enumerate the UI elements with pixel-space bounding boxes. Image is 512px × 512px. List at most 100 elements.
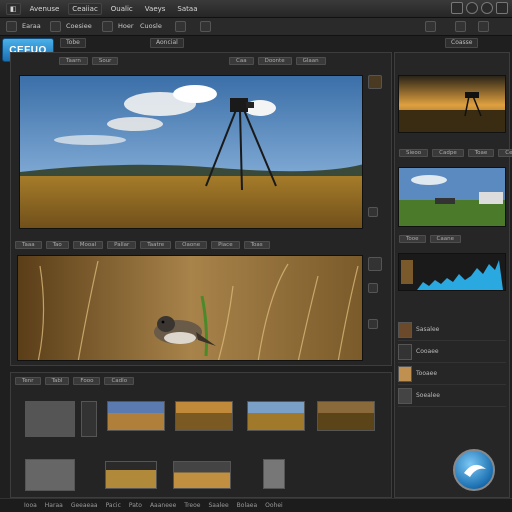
photo-thumbnail-icon[interactable]: [368, 75, 382, 89]
settings-icon[interactable]: [425, 21, 436, 32]
tripod-landscape-image: [20, 76, 362, 228]
refresh-icon[interactable]: [481, 2, 493, 14]
viewer-toolbar: Taarn Sour: [59, 55, 119, 67]
right-toolbar-mid: Tooe Caane: [399, 233, 461, 245]
share-button[interactable]: [453, 449, 495, 491]
eye-icon[interactable]: [102, 21, 113, 32]
menu-item-4[interactable]: Sataa: [174, 4, 200, 14]
globe-icon[interactable]: [466, 2, 478, 14]
toolbar-item-3[interactable]: Cuosle: [140, 22, 162, 30]
right-btn-5[interactable]: Caane: [429, 235, 461, 243]
filmstrip-thumb[interactable]: [105, 461, 157, 489]
tab-row-3: Coasse: [445, 38, 479, 50]
list-item[interactable]: Sasalee: [398, 319, 506, 341]
main-photo-bird[interactable]: [17, 255, 363, 361]
bird-grass-image: [18, 256, 362, 360]
zoom-icon[interactable]: [368, 283, 378, 293]
filmstrip-thumb[interactable]: [25, 459, 75, 491]
status-item[interactable]: Geeaeaa: [71, 502, 98, 509]
list-item-label: Tooaee: [416, 370, 438, 377]
main-photo-tripod[interactable]: [19, 75, 363, 229]
crop-icon[interactable]: [200, 21, 211, 32]
list-item[interactable]: Cooaee: [398, 341, 506, 363]
grid-icon[interactable]: [455, 21, 466, 32]
new-icon[interactable]: [6, 21, 17, 32]
tab-2[interactable]: Coasse: [445, 38, 479, 48]
list-item[interactable]: Soealee: [398, 385, 506, 407]
chevron-icon[interactable]: [368, 207, 378, 217]
viewer-btn-4[interactable]: Glaan: [295, 57, 326, 65]
right-toolbar-top: Sieoo Cadpe Toae Ceam: [399, 147, 512, 159]
image-btn-2[interactable]: Mooal: [72, 241, 104, 249]
filmstrip-tab-3[interactable]: Cadlo: [104, 377, 135, 385]
rotate-icon[interactable]: [368, 319, 378, 329]
close-icon[interactable]: [496, 2, 508, 14]
filmstrip-thumb[interactable]: [175, 401, 233, 431]
status-item[interactable]: Haraa: [45, 502, 63, 509]
viewer-btn-1[interactable]: Sour: [91, 57, 119, 65]
app-icon[interactable]: ◧: [6, 2, 21, 15]
image-btn-6[interactable]: Piace: [211, 241, 240, 249]
tab-0[interactable]: Tobe: [60, 38, 86, 48]
info-icon[interactable]: [478, 21, 489, 32]
right-btn-0[interactable]: Sieoo: [399, 149, 429, 157]
filmstrip-tab-1[interactable]: Tabl: [44, 377, 70, 385]
status-item[interactable]: Bolaea: [237, 502, 258, 509]
list-item-label: Soealee: [416, 392, 440, 399]
toolbar-item-1[interactable]: Coesiee: [66, 22, 92, 30]
filmstrip-thumb[interactable]: [263, 459, 285, 489]
status-bar: Iooa Haraa Geeaeaa Pacic Pato Aaaneee Tr…: [0, 498, 512, 512]
histogram-panel: [398, 253, 506, 291]
status-item[interactable]: Saalee: [208, 502, 228, 509]
image-btn-4[interactable]: Taatre: [140, 241, 172, 249]
layer-list: Sasalee Cooaee Tooaee Soealee: [398, 319, 506, 407]
filmstrip-thumb[interactable]: [317, 401, 375, 431]
status-item[interactable]: Pato: [129, 502, 142, 509]
tab-row-2: Aoncial: [150, 38, 184, 50]
tab-1[interactable]: Aoncial: [150, 38, 184, 48]
status-item[interactable]: Treoe: [184, 502, 200, 509]
right-btn-4[interactable]: Tooe: [399, 235, 426, 243]
menu-item-1[interactable]: Ceaiiac: [68, 2, 102, 15]
sun-icon[interactable]: [368, 257, 382, 271]
menu-item-0[interactable]: Avenuse: [27, 4, 63, 14]
filmstrip-thumb[interactable]: [247, 401, 305, 431]
viewer-btn-0[interactable]: Taarn: [59, 57, 88, 65]
image-btn-0[interactable]: Taaa: [15, 241, 42, 249]
menu-item-2[interactable]: Oualic: [108, 4, 136, 14]
main-viewer-panel: Taarn Sour Caa Doonte Glaan Taaa Tao Moo…: [10, 52, 392, 366]
filmstrip-tab-0[interactable]: Tenr: [15, 377, 41, 385]
status-item[interactable]: Aaaneee: [150, 502, 176, 509]
preview-field[interactable]: [398, 167, 506, 227]
menu-item-3[interactable]: Vaeys: [142, 4, 169, 14]
right-btn-3[interactable]: Ceam: [498, 149, 512, 157]
filmstrip-thumb[interactable]: [81, 401, 97, 437]
list-item[interactable]: Tooaee: [398, 363, 506, 385]
status-item[interactable]: Oohei: [265, 502, 283, 509]
histogram-chart: [401, 260, 503, 290]
camera-icon[interactable]: [50, 21, 61, 32]
filmstrip-tab-2[interactable]: Fooo: [73, 377, 101, 385]
filmstrip-panel: Tenr Tabl Fooo Cadlo: [10, 372, 392, 498]
toolbar: Earaa Coesiee Hoer Cuosle: [0, 18, 512, 36]
image-btn-5[interactable]: Oaone: [175, 241, 208, 249]
viewer-toolbar-right: Caa Doonte Glaan: [229, 55, 326, 67]
image-btn-7[interactable]: Toas: [243, 241, 270, 249]
toolbar-item-0[interactable]: Earaa: [22, 22, 41, 30]
filmstrip-thumb[interactable]: [173, 461, 231, 489]
viewer-btn-2[interactable]: Caa: [229, 57, 254, 65]
preview-sunset[interactable]: [398, 75, 506, 133]
viewer-btn-3[interactable]: Doonte: [257, 57, 292, 65]
right-btn-1[interactable]: Cadpe: [432, 149, 464, 157]
toolbar-item-2[interactable]: Hoer: [118, 22, 134, 30]
status-item[interactable]: Pacic: [106, 502, 121, 509]
layer-thumb: [398, 321, 412, 338]
minimize-icon[interactable]: [451, 2, 463, 14]
status-item[interactable]: Iooa: [24, 502, 37, 509]
filmstrip-thumb[interactable]: [107, 401, 165, 431]
right-btn-2[interactable]: Toae: [467, 149, 495, 157]
image-btn-1[interactable]: Tao: [45, 241, 69, 249]
filmstrip-thumb[interactable]: [25, 401, 75, 437]
image-btn-3[interactable]: Pallar: [107, 241, 137, 249]
share-icon[interactable]: [175, 21, 186, 32]
